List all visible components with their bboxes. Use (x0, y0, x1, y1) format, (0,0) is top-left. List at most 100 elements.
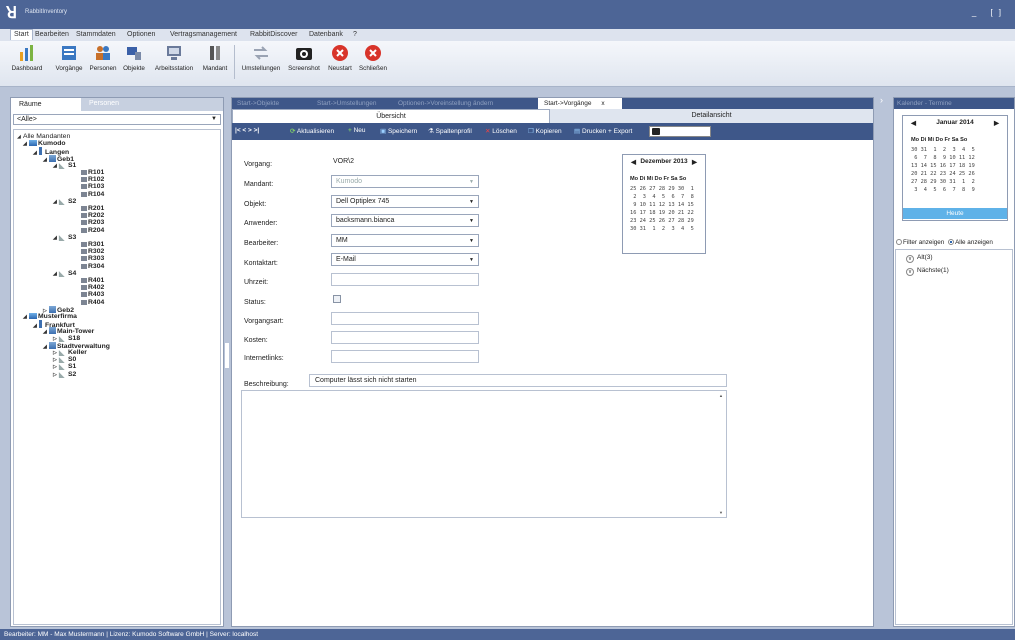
tree-node[interactable]: R203 (75, 219, 104, 226)
status-checkbox[interactable] (333, 295, 341, 303)
tree-node[interactable]: R202 (75, 212, 104, 219)
kopieren-button[interactable]: ❐ Kopieren (528, 127, 562, 135)
tree-node[interactable]: ▷ ◣ Keller (53, 349, 87, 357)
prev-month-icon[interactable]: ◀ (911, 119, 916, 127)
filter-anzeigen-radio[interactable]: Filter anzeigen (896, 239, 944, 246)
tree-node[interactable]: ▷ ◣ S0 (53, 356, 76, 364)
neustart-button[interactable]: Neustart (324, 44, 356, 72)
bearbeiter-select[interactable]: MM ▼ (331, 234, 479, 247)
tree-node[interactable]: R301 (75, 241, 104, 248)
collapse-right-icon[interactable]: › (880, 95, 883, 105)
tree-node[interactable]: R401 (75, 277, 104, 284)
calendar-week[interactable]: 13 14 15 16 17 18 19 (911, 163, 975, 169)
tree-node[interactable]: R302 (75, 248, 104, 255)
tree-node[interactable]: R204 (75, 227, 104, 234)
dashboard-button[interactable]: Dashboard (10, 44, 44, 72)
tree-node[interactable]: ◢ ◣ S3 (53, 234, 76, 242)
client-filter-select[interactable]: <Alle> ▼ (13, 114, 221, 125)
spaltenprofil-button[interactable]: ⚗ Spaltenprofil (428, 127, 472, 135)
menu-help[interactable]: ? (353, 31, 357, 38)
tree-node[interactable]: ◢ Musterfirma (23, 313, 77, 320)
mandant-select[interactable]: Kumodo ▼ (331, 175, 479, 188)
expand-chevron-icon[interactable]: v (906, 268, 914, 276)
calendar-week[interactable]: 16 17 18 19 20 21 22 (630, 210, 694, 216)
tab-personen[interactable]: Personen (89, 100, 119, 107)
calendar-week[interactable]: 27 28 29 30 31 1 2 (911, 179, 975, 185)
aktualisieren-button[interactable]: ⟳ Aktualisieren (290, 127, 334, 135)
tree-node[interactable]: R303 (75, 255, 104, 262)
screenshot-search-field[interactable] (649, 126, 711, 137)
personen-button[interactable]: Personen (87, 44, 119, 72)
tab-start-objekte[interactable]: Start->Objekte (237, 100, 279, 107)
tree-node[interactable]: R102 (75, 176, 104, 183)
kosten-input[interactable] (331, 331, 479, 344)
calendar-week[interactable]: 30 31 1 2 3 4 5 (911, 147, 975, 153)
menu-bearbeiten[interactable]: Bearbeiten (35, 31, 69, 38)
next-month-icon[interactable]: ▶ (994, 119, 999, 127)
tree-node[interactable]: ◢ Alle Mandanten (17, 133, 70, 140)
menu-vertragsmanagement[interactable]: Vertragsmanagement (170, 31, 237, 38)
tree-node[interactable]: R103 (75, 183, 104, 190)
calendar-week[interactable]: 2 3 4 5 6 7 8 (630, 194, 694, 200)
tree-node[interactable]: R404 (75, 299, 104, 306)
kontaktart-select[interactable]: E-Mail ▼ (331, 253, 479, 266)
beschreibung-title-input[interactable]: Computer lässt sich nicht starten (309, 374, 727, 387)
tab-optionen-voreinstellung[interactable]: Optionen->Voreinstellung ändern (398, 100, 493, 107)
tree-node[interactable]: ◢ ◣ S4 (53, 270, 76, 278)
tree-node[interactable]: R201 (75, 205, 104, 212)
tree-node[interactable]: ▷ ◣ S2 (53, 371, 76, 379)
loeschen-button[interactable]: ✕ Löschen (485, 127, 517, 135)
menu-optionen[interactable]: Optionen (127, 31, 155, 38)
close-tab-icon[interactable]: x (601, 100, 604, 107)
alle-anzeigen-radio[interactable]: Alle anzeigen (948, 239, 993, 246)
appointments-group-naechste[interactable]: v Nächste(1) (906, 267, 949, 276)
uhrzeit-input[interactable] (331, 273, 479, 286)
tab-uebersicht[interactable]: Übersicht (232, 109, 550, 123)
tree-node[interactable]: ◢ ◣ S1 (53, 162, 76, 170)
tree-node[interactable]: ▷ ◣ S18 (53, 335, 80, 343)
tab-raeume[interactable]: Räume (11, 98, 81, 111)
speichern-button[interactable]: ▣ Speichern (380, 127, 417, 135)
date-picker-calendar[interactable]: ◀ Dezember 2013 ▶ Mo Di Mi Do Fr Sa So 2… (622, 154, 706, 254)
vorgaenge-button[interactable]: Vorgänge (52, 44, 86, 72)
calendar-week[interactable]: 3 4 5 6 7 8 9 (911, 187, 975, 193)
calendar-week[interactable]: 23 24 25 26 27 28 29 (630, 218, 694, 224)
today-button[interactable]: Heute (903, 208, 1007, 219)
mandant-button[interactable]: Mandant (200, 44, 230, 72)
calendar-week[interactable]: 20 21 22 23 24 25 26 (911, 171, 975, 177)
appointments-calendar[interactable]: ◀ Januar 2014 ▶ Mo Di Mi Do Fr Sa So 30 … (902, 115, 1008, 221)
scroll-down-icon[interactable]: ▼ (719, 510, 723, 515)
description-textarea[interactable]: ▲ ▼ (241, 390, 727, 518)
calendar-week[interactable]: 9 10 11 12 13 14 15 (630, 202, 694, 208)
umstellungen-button[interactable]: Umstellungen (238, 44, 284, 72)
neu-button[interactable]: + Neu (348, 127, 366, 134)
window-controls[interactable]: _ [] (972, 8, 1007, 17)
calendar-week[interactable]: 6 7 8 9 10 11 12 (911, 155, 975, 161)
tree-node[interactable]: R104 (75, 191, 104, 198)
tab-start-umstellungen[interactable]: Start->Umstellungen (317, 100, 376, 107)
expand-chevron-icon[interactable]: v (906, 255, 914, 263)
vorgangsart-input[interactable] (331, 312, 479, 325)
tree-node[interactable]: R402 (75, 284, 104, 291)
arbeitsstation-button[interactable]: Arbeitsstation (149, 44, 199, 72)
tab-start-vorgaenge[interactable]: Start->Vorgänge x (538, 98, 622, 109)
menu-datenbank[interactable]: Datenbank (309, 31, 343, 38)
tree-node[interactable]: ◢ ◣ S2 (53, 198, 76, 206)
prev-month-icon[interactable]: ◀ (631, 158, 636, 166)
tree-node[interactable]: R304 (75, 263, 104, 270)
tree-node[interactable]: ◢ Kumodo (23, 140, 66, 147)
screenshot-button[interactable]: Screenshot (286, 44, 322, 72)
tab-detailansicht[interactable]: Detailansicht (550, 109, 873, 123)
menu-start[interactable]: Start (10, 29, 33, 40)
internetlinks-input[interactable] (331, 350, 479, 363)
menu-stammdaten[interactable]: Stammdaten (76, 31, 116, 38)
tree-node[interactable]: R403 (75, 291, 104, 298)
splitter-handle[interactable] (225, 343, 229, 368)
tree-node[interactable]: ▷ ◣ S1 (53, 363, 76, 371)
calendar-week[interactable]: 25 26 27 28 29 30 1 (630, 186, 694, 192)
appointments-group-alt[interactable]: v Alt(3) (906, 254, 933, 263)
objekte-button[interactable]: Objekte (120, 44, 148, 72)
drucken-export-button[interactable]: ▤ Drucken + Export (574, 127, 632, 135)
tree-node[interactable]: R101 (75, 169, 104, 176)
next-month-icon[interactable]: ▶ (692, 158, 697, 166)
